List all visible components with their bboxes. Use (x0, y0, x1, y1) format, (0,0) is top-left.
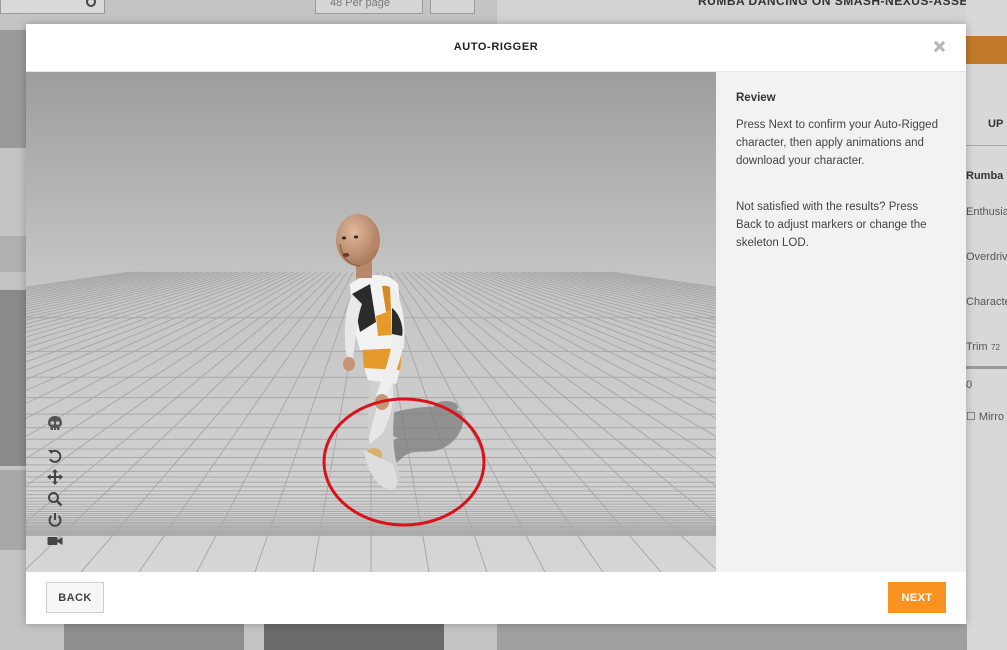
skull-icon[interactable] (46, 415, 64, 433)
review-paragraph-adjust: Not satisfied with the results? Press Ba… (736, 201, 927, 249)
background-animation-title: RUMBA DANCING ON SMASH-NEXUS-ASSETS (698, 0, 985, 8)
review-heading: Review (736, 92, 776, 104)
background-side-label: 0 (966, 379, 973, 391)
camera-icon[interactable] (46, 532, 64, 550)
background-side-label: Rumba D (966, 170, 1007, 182)
background-settings-button (430, 0, 475, 14)
power-icon[interactable] (46, 511, 64, 529)
review-paragraph-confirm: Press Next to confirm your Auto-Rigged c… (736, 119, 938, 167)
character-viewport[interactable] (26, 72, 716, 572)
background-side-label: Characte (966, 296, 1007, 308)
background-thumb (264, 624, 444, 650)
close-icon[interactable] (930, 38, 948, 56)
modal-title: AUTO-RIGGER (453, 41, 539, 53)
next-button[interactable]: NEXT (888, 582, 946, 613)
reset-icon[interactable] (46, 447, 64, 465)
pan-icon[interactable] (46, 468, 64, 486)
background-thumb (0, 470, 26, 550)
background-side-label: Trim (966, 341, 988, 353)
search-icon (86, 0, 96, 7)
background-side-label: 72 (991, 343, 1000, 352)
review-panel: Review Press Next to confirm your Auto-R… (716, 72, 966, 572)
background-thumb (0, 290, 26, 466)
background-thumb (0, 30, 26, 148)
background-thumb (0, 236, 26, 272)
background-search-field (0, 0, 105, 14)
auto-rigger-modal: AUTO-RIGGER Review Press Next to confirm… (26, 24, 966, 624)
background-side-label: Overdriv (966, 251, 1007, 263)
divider (966, 145, 1007, 146)
background-per-page-select: 48 Per page (315, 0, 423, 14)
background-side-label: UP (988, 118, 1004, 130)
background-side-label: Enthusia (966, 206, 1007, 218)
slider-track (966, 366, 1007, 369)
background-side-panel: UP Rumba D Enthusia Overdriv Characte Tr… (966, 0, 1007, 650)
back-button[interactable]: BACK (46, 582, 104, 613)
modal-footer: BACK NEXT (26, 572, 966, 624)
viewport-scene (26, 72, 716, 572)
background-orange-button (966, 36, 1007, 64)
background-side-label: ☐ Mirro (966, 411, 1004, 423)
background-thumb (64, 624, 244, 650)
zoom-icon[interactable] (46, 490, 64, 508)
background-thumb (497, 624, 967, 650)
modal-header: AUTO-RIGGER (26, 24, 966, 72)
